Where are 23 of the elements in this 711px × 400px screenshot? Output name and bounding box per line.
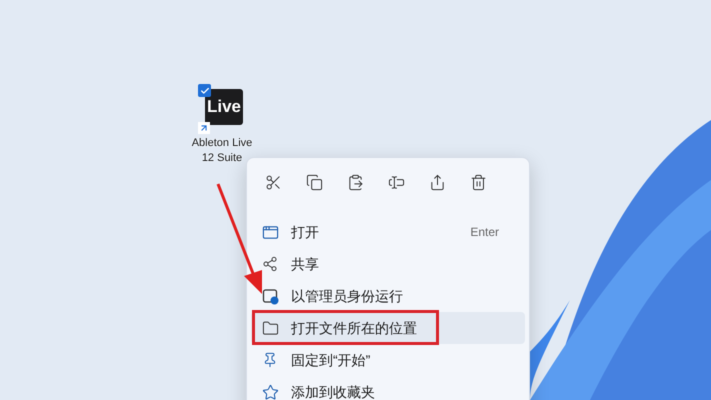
menu-item[interactable]: 以管理员身份运行: [251, 280, 525, 312]
menu-item[interactable]: 打开 Enter: [251, 216, 525, 248]
menu-item[interactable]: 打开文件所在的位置: [251, 312, 525, 344]
shortcut-arrow-icon: [198, 122, 210, 134]
menu-item-label: 打开文件所在的位置: [291, 318, 417, 338]
icon-label: Ableton Live 12 Suite: [190, 136, 254, 166]
menu-item[interactable]: 共享: [251, 248, 525, 280]
window-icon: [262, 224, 278, 240]
selection-checkbox[interactable]: [198, 84, 211, 97]
menu-item-label: 共享: [291, 254, 319, 274]
window-shield-icon: [262, 288, 278, 304]
menu-item[interactable]: 固定到“开始”: [251, 344, 525, 376]
share-icon: [262, 256, 278, 272]
shortcut-text: Enter: [470, 224, 499, 241]
menu-item-label: 打开: [291, 222, 319, 242]
menu-item[interactable]: 添加到收藏夹: [251, 376, 525, 400]
pin-icon: [262, 352, 278, 368]
menu-item-label: 固定到“开始”: [291, 350, 370, 370]
menu-item-label: 以管理员身份运行: [291, 286, 403, 306]
star-icon: [262, 384, 278, 400]
menu-item-label: 添加到收藏夹: [291, 382, 375, 400]
app-icon[interactable]: Live: [205, 89, 243, 125]
folder-icon: [262, 320, 278, 336]
